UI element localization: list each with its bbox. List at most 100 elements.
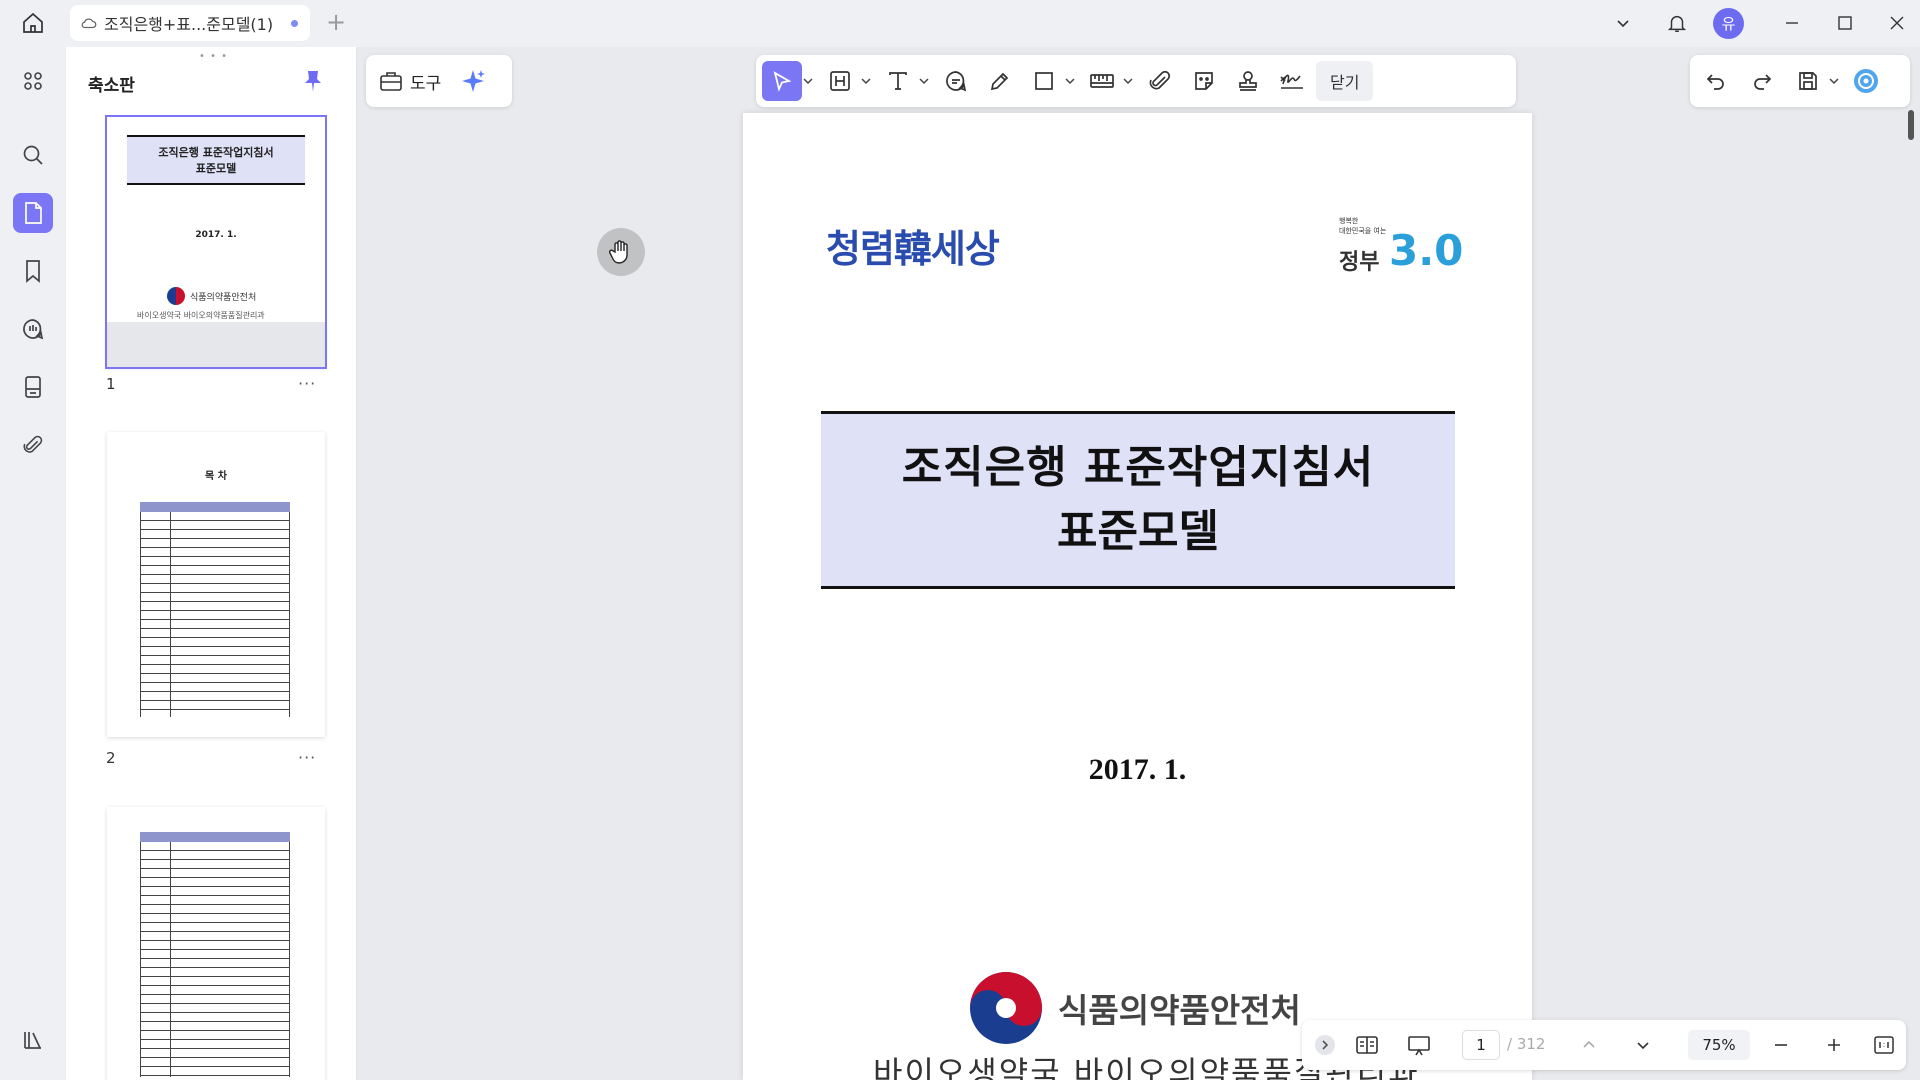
highlight-tool-dropdown[interactable] [860, 61, 872, 101]
pencil-icon [990, 72, 1009, 91]
save-button[interactable] [1788, 61, 1828, 101]
library-button[interactable] [13, 1020, 53, 1060]
ministry-name: 식품의약품안전처 [1058, 991, 1301, 1030]
comments-button[interactable] [13, 309, 53, 349]
pin-icon[interactable] [302, 69, 324, 93]
expand-statusbar-button[interactable] [1312, 1030, 1338, 1060]
comment-tool-button[interactable] [936, 61, 976, 101]
actual-size-icon [1874, 1036, 1894, 1054]
previous-page-button[interactable] [1576, 1030, 1602, 1060]
thumbnail-panel: • • • 축소판 조직은행 표준작업지침서 표준모델 2017. 1. 식품의… [66, 47, 357, 1080]
presentation-button[interactable] [1402, 1030, 1436, 1060]
ai-orb-icon [1854, 69, 1878, 93]
page-thumbnail-2[interactable]: 목 차 [107, 432, 325, 737]
apps-button[interactable] [13, 61, 53, 101]
save-dropdown[interactable] [1828, 61, 1840, 101]
text-icon [889, 72, 907, 90]
chevron-up-icon [1583, 1040, 1595, 1048]
attachment-button[interactable] [13, 425, 53, 465]
zoom-out-button[interactable] [1767, 1030, 1795, 1060]
annotation-toolbar: 닫기 [756, 55, 1516, 107]
thumb1-emblem [167, 287, 185, 305]
measure-tool-button[interactable] [1082, 61, 1122, 101]
tools-label: 도구 [410, 73, 442, 94]
thumbnail-panel-title: 축소판 [88, 76, 135, 96]
attach-tool-button[interactable] [1140, 61, 1180, 101]
government-3-logo: 행복한 대한민국을 여는 정부 3.0 [1339, 216, 1463, 286]
stamp-icon [1239, 71, 1257, 91]
thumb1-footer-shade [107, 322, 325, 367]
shape-tool-dropdown[interactable] [1064, 61, 1076, 101]
zoom-in-button[interactable] [1820, 1030, 1848, 1060]
gov-logo-number: 3.0 [1389, 226, 1464, 275]
close-window-button[interactable] [1882, 8, 1912, 38]
user-avatar[interactable]: 유 [1713, 8, 1744, 39]
pencil-tool-button[interactable] [980, 61, 1020, 101]
new-tab-button[interactable]: + [326, 10, 346, 34]
clean-korea-logo: 청렴韓세상 [826, 226, 1000, 271]
thumb2-table-divider [170, 512, 171, 717]
actual-size-button[interactable] [1870, 1030, 1898, 1060]
text-tool-dropdown[interactable] [918, 61, 930, 101]
chevron-down-icon [1829, 78, 1839, 85]
page-layout-button[interactable] [1350, 1030, 1384, 1060]
home-button[interactable] [17, 9, 49, 37]
chevron-down-icon [1065, 78, 1075, 85]
ministry-logo: 식품의약품안전처 [968, 968, 1301, 1048]
thumb1-ministry: 식품의약품안전처 [167, 287, 256, 305]
tools-button[interactable]: 도구 [372, 61, 447, 101]
next-page-button[interactable] [1630, 1030, 1656, 1060]
current-page-input[interactable]: 1 [1462, 1030, 1500, 1060]
home-icon [23, 12, 43, 33]
select-tool-dropdown[interactable] [802, 61, 814, 101]
hand-cursor-icon [597, 228, 645, 276]
page-thumbnail-1[interactable]: 조직은행 표준작업지침서 표준모델 2017. 1. 식품의약품안전처 바이오생… [105, 115, 327, 369]
chevron-down-icon [919, 78, 929, 85]
chevron-down-icon [1123, 78, 1133, 85]
bookmark-icon [26, 260, 40, 283]
undo-button[interactable] [1696, 61, 1736, 101]
signature-tool-button[interactable] [1272, 61, 1312, 101]
select-tool-button[interactable] [762, 61, 802, 101]
notifications-button[interactable] [1662, 8, 1692, 38]
bookmarks-button[interactable] [13, 251, 53, 291]
panel-resize-grip[interactable]: • • • [199, 51, 228, 62]
shape-tool-button[interactable] [1024, 61, 1064, 101]
chevron-down-icon [861, 78, 871, 85]
measure-tool-dropdown[interactable] [1122, 61, 1134, 101]
sticker-tool-button[interactable] [1184, 61, 1224, 101]
tabs-dropdown-button[interactable] [1610, 8, 1636, 38]
sticker-icon [1195, 72, 1213, 90]
toolbox-icon [380, 72, 402, 91]
search-icon [23, 145, 43, 165]
left-sidebar-rail [0, 47, 66, 1080]
zoom-level[interactable]: 75% [1688, 1030, 1750, 1060]
ruler-icon [1090, 74, 1114, 88]
vertical-scrollbar[interactable] [1908, 110, 1914, 140]
close-toolbar-button[interactable]: 닫기 [1316, 61, 1374, 101]
page-number-1: 1 [106, 375, 116, 393]
page-more-button-2[interactable]: ··· [298, 748, 316, 767]
maximize-button[interactable] [1830, 8, 1860, 38]
page-thumbnail-3[interactable] [107, 807, 325, 1080]
cloud-icon [81, 18, 97, 29]
redo-button[interactable] [1742, 61, 1782, 101]
thumbnails-button[interactable] [13, 193, 53, 233]
thumb3-table-divider [170, 842, 171, 1077]
text-tool-button[interactable] [878, 61, 918, 101]
page-more-button-1[interactable]: ··· [298, 374, 316, 393]
gov-logo-text: 정부 [1339, 250, 1380, 275]
attachments-panel-button[interactable] [13, 367, 53, 407]
stamp-tool-button[interactable] [1228, 61, 1268, 101]
ai-chat-button[interactable] [1846, 61, 1886, 101]
maximize-icon [1838, 16, 1852, 30]
document-tab[interactable]: 조직은행+표...준모델(1) [70, 5, 310, 41]
thumb1-ministry-name: 식품의약품안전처 [190, 292, 257, 303]
highlight-tool-button[interactable] [820, 61, 860, 101]
document-tab-title: 조직은행+표...준모델(1) [104, 15, 274, 34]
search-button[interactable] [13, 135, 53, 175]
book-icon [1356, 1036, 1378, 1054]
minimize-button[interactable] [1777, 8, 1807, 38]
ai-assistant-button[interactable] [453, 61, 493, 101]
thumb1-title-line1: 조직은행 표준작업지침서 [158, 146, 274, 159]
